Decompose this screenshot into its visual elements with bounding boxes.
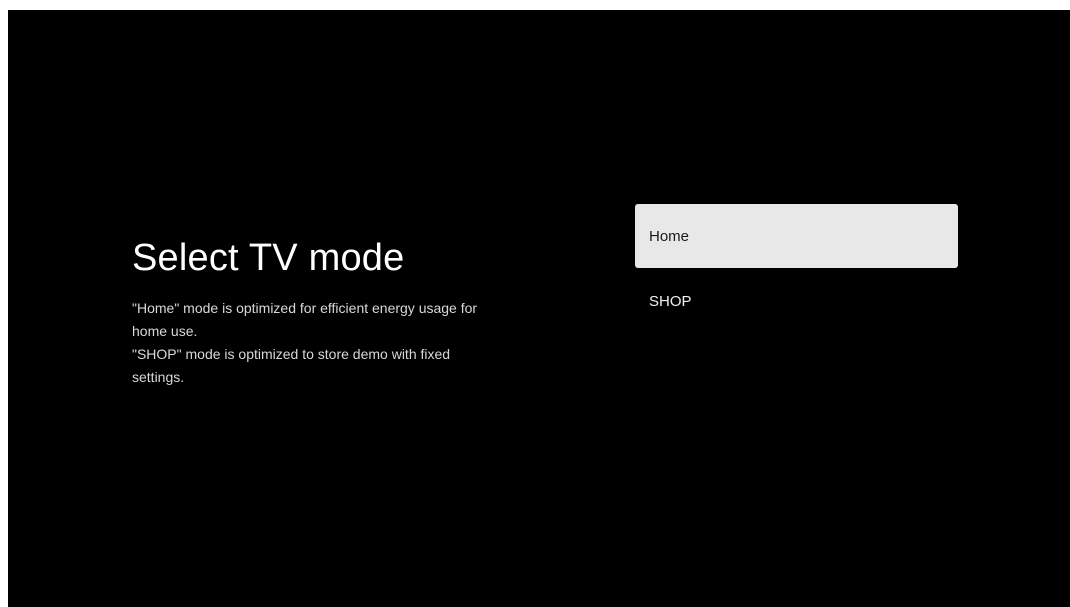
- option-label: Home: [649, 227, 690, 245]
- option-home[interactable]: Home: [635, 204, 958, 268]
- option-shop[interactable]: SHOP: [635, 279, 958, 323]
- page-title: Select TV mode: [132, 237, 405, 279]
- mode-description: "Home" mode is optimized for efficient e…: [132, 297, 572, 389]
- description-line: home use.: [132, 323, 198, 339]
- mode-options-list: Home SHOP: [635, 204, 958, 323]
- info-panel: Select TV mode "Home" mode is optimized …: [132, 235, 572, 389]
- description-line: "Home" mode is optimized for efficient e…: [132, 300, 478, 316]
- tv-screen: Select TV mode "Home" mode is optimized …: [8, 10, 1070, 607]
- option-label: SHOP: [649, 292, 692, 310]
- description-line: "SHOP" mode is optimized to store demo w…: [132, 346, 451, 362]
- description-line: settings.: [132, 369, 185, 385]
